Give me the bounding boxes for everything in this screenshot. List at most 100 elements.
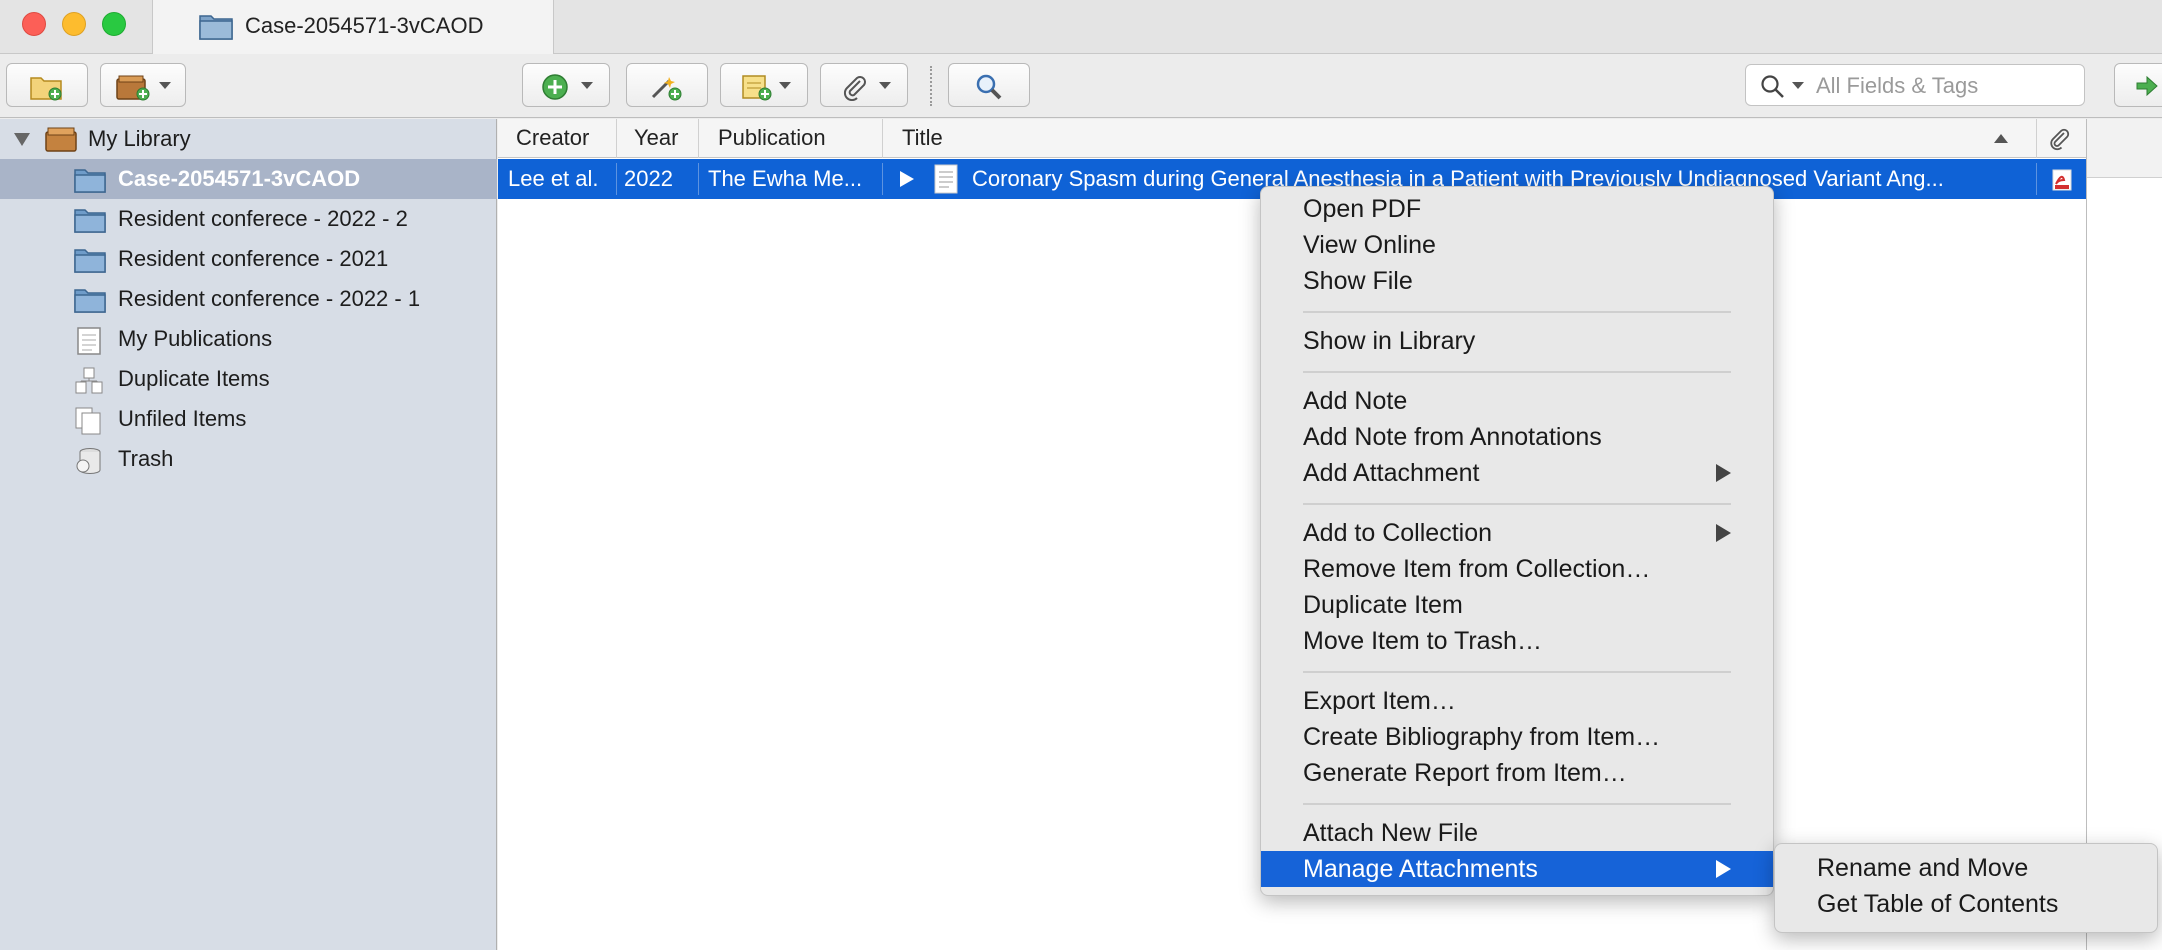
menu-item-label: Duplicate Item (1303, 591, 1463, 619)
menu-item-attach-new-file[interactable]: Attach New File (1261, 815, 1773, 851)
search-icon (1760, 74, 1786, 105)
context-menu: Open PDF View Online Show File Show in L… (1260, 186, 1774, 896)
menu-item-view-online[interactable]: View Online (1261, 227, 1773, 263)
pdf-icon[interactable] (2052, 169, 2072, 196)
arrow-right-icon (2135, 74, 2159, 103)
menu-item-get-table-of-contents[interactable]: Get Table of Contents (1775, 886, 2157, 922)
search-mode-chevron-icon[interactable] (1792, 82, 1804, 89)
menu-item-manage-attachments[interactable]: Manage Attachments (1261, 851, 1773, 887)
menu-item-add-note[interactable]: Add Note (1261, 383, 1773, 419)
sidebar-item-trash[interactable]: Trash (0, 439, 497, 479)
sidebar-item-label: Unfiled Items (118, 406, 247, 431)
menu-item-add-note-from-annotations[interactable]: Add Note from Annotations (1261, 419, 1773, 455)
menu-item-label: Move Item to Trash… (1303, 627, 1542, 655)
journal-article-icon (934, 164, 958, 199)
menu-item-export-item[interactable]: Export Item… (1261, 683, 1773, 719)
menu-item-label: Add to Collection (1303, 519, 1493, 547)
menu-item-label: Create Bibliography from Item… (1303, 723, 1661, 751)
column-header-creator[interactable]: Creator (516, 125, 589, 151)
menu-item-add-to-collection[interactable]: Add to Collection (1261, 515, 1773, 551)
tab-library[interactable]: Case-2054571-3vCAOD (152, 0, 554, 55)
menu-item-rename-and-move[interactable]: Rename and Move (1775, 850, 2157, 886)
window-zoom-button[interactable] (102, 12, 126, 36)
folder-icon (74, 167, 106, 198)
add-by-identifier-button[interactable] (626, 63, 708, 107)
sidebar-item-resident-conference-2022-1[interactable]: Resident conference - 2022 - 1 (0, 279, 497, 319)
sidebar-item-label: Trash (118, 446, 174, 471)
submenu-arrow-icon (1716, 464, 1731, 482)
menu-item-label: Show File (1303, 267, 1413, 295)
new-collection-icon (29, 73, 65, 106)
cell-divider (2036, 163, 2037, 195)
cell-divider (882, 163, 883, 195)
trash-icon (74, 447, 104, 480)
menu-item-label: Add Note (1303, 387, 1408, 415)
new-collection-button[interactable] (6, 63, 88, 107)
expand-row-triangle-icon[interactable] (900, 171, 914, 187)
column-divider[interactable] (2036, 119, 2037, 158)
chevron-down-icon (779, 82, 791, 89)
menu-item-show-in-library[interactable]: Show in Library (1261, 323, 1773, 359)
magnifier-icon (975, 73, 1003, 106)
cell-creator: Lee et al. (508, 166, 599, 191)
window-close-button[interactable] (22, 12, 46, 36)
sidebar-item-label: Resident conference - 2022 - 1 (118, 286, 421, 311)
sidebar-item-duplicate-items[interactable]: Duplicate Items (0, 359, 497, 399)
sync-button[interactable] (2114, 63, 2162, 107)
menu-item-label: Export Item… (1303, 687, 1456, 715)
sidebar-item-label: Resident conference - 2021 (118, 246, 389, 271)
search-field[interactable] (1745, 64, 2085, 106)
column-header-publication[interactable]: Publication (718, 125, 826, 151)
collections-pane: My Library Case-2054571-3vCAOD Resident … (0, 119, 497, 950)
title-bar: Case-2054571-3vCAOD (0, 0, 2162, 55)
column-divider[interactable] (882, 119, 883, 158)
sidebar-item-case-collection[interactable]: Case-2054571-3vCAOD (0, 159, 497, 199)
magic-wand-icon (649, 73, 685, 106)
menu-item-remove-from-collection[interactable]: Remove Item from Collection… (1261, 551, 1773, 587)
add-attachment-button[interactable] (820, 63, 908, 107)
chevron-down-icon (581, 82, 593, 89)
my-library-row[interactable]: My Library (0, 119, 497, 159)
column-divider[interactable] (616, 119, 617, 158)
advanced-search-button[interactable] (948, 63, 1030, 107)
disclosure-triangle-icon[interactable] (14, 133, 30, 146)
new-note-icon (741, 73, 773, 106)
sort-ascending-icon[interactable] (1994, 134, 2008, 143)
tab-title: Case-2054571-3vCAOD (245, 13, 484, 38)
search-input[interactable] (1816, 71, 2076, 101)
sidebar-item-unfiled-items[interactable]: Unfiled Items (0, 399, 497, 439)
folder-icon (74, 247, 106, 278)
column-header-title[interactable]: Title (902, 125, 943, 151)
sidebar-item-my-publications[interactable]: My Publications (0, 319, 497, 359)
menu-item-label: Remove Item from Collection… (1303, 555, 1651, 583)
new-library-button[interactable] (100, 63, 186, 107)
menu-item-label: Generate Report from Item… (1303, 759, 1627, 787)
menu-item-label: Rename and Move (1817, 854, 2029, 882)
my-library-label: My Library (88, 126, 191, 151)
manage-attachments-submenu: Rename and Move Get Table of Contents (1774, 843, 2158, 933)
sidebar-item-resident-conferece-2022-2[interactable]: Resident conferece - 2022 - 2 (0, 199, 497, 239)
menu-item-label: Open PDF (1303, 195, 1422, 223)
menu-item-label: Show in Library (1303, 327, 1476, 355)
folder-icon (199, 12, 233, 45)
cell-divider (616, 163, 617, 195)
new-item-button[interactable] (522, 63, 610, 107)
menu-item-open-pdf[interactable]: Open PDF (1261, 191, 1773, 227)
menu-item-add-attachment[interactable]: Add Attachment (1261, 455, 1773, 491)
column-header-year[interactable]: Year (634, 125, 678, 151)
submenu-arrow-icon (1716, 524, 1731, 542)
cell-year: 2022 (624, 166, 673, 191)
menu-item-move-to-trash[interactable]: Move Item to Trash… (1261, 623, 1773, 659)
menu-item-show-file[interactable]: Show File (1261, 263, 1773, 299)
column-divider[interactable] (698, 119, 699, 158)
menu-item-create-bibliography[interactable]: Create Bibliography from Item… (1261, 719, 1773, 755)
new-note-button[interactable] (720, 63, 808, 107)
cell-divider (698, 163, 699, 195)
menu-item-generate-report[interactable]: Generate Report from Item… (1261, 755, 1773, 791)
menu-item-label: Get Table of Contents (1817, 890, 2059, 918)
sidebar-item-resident-conference-2021[interactable]: Resident conference - 2021 (0, 239, 497, 279)
new-library-icon (115, 73, 151, 106)
attachment-column-paperclip-icon[interactable] (2048, 127, 2072, 156)
menu-item-duplicate-item[interactable]: Duplicate Item (1261, 587, 1773, 623)
window-minimize-button[interactable] (62, 12, 86, 36)
